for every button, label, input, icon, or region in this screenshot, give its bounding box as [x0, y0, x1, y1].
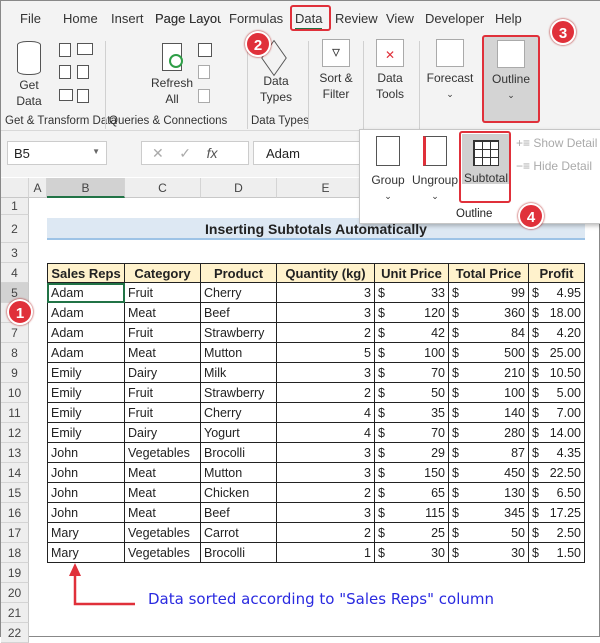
annotation-text: Data sorted according to "Sales Reps" co…: [148, 590, 495, 608]
annotation-arrow: [69, 563, 135, 606]
